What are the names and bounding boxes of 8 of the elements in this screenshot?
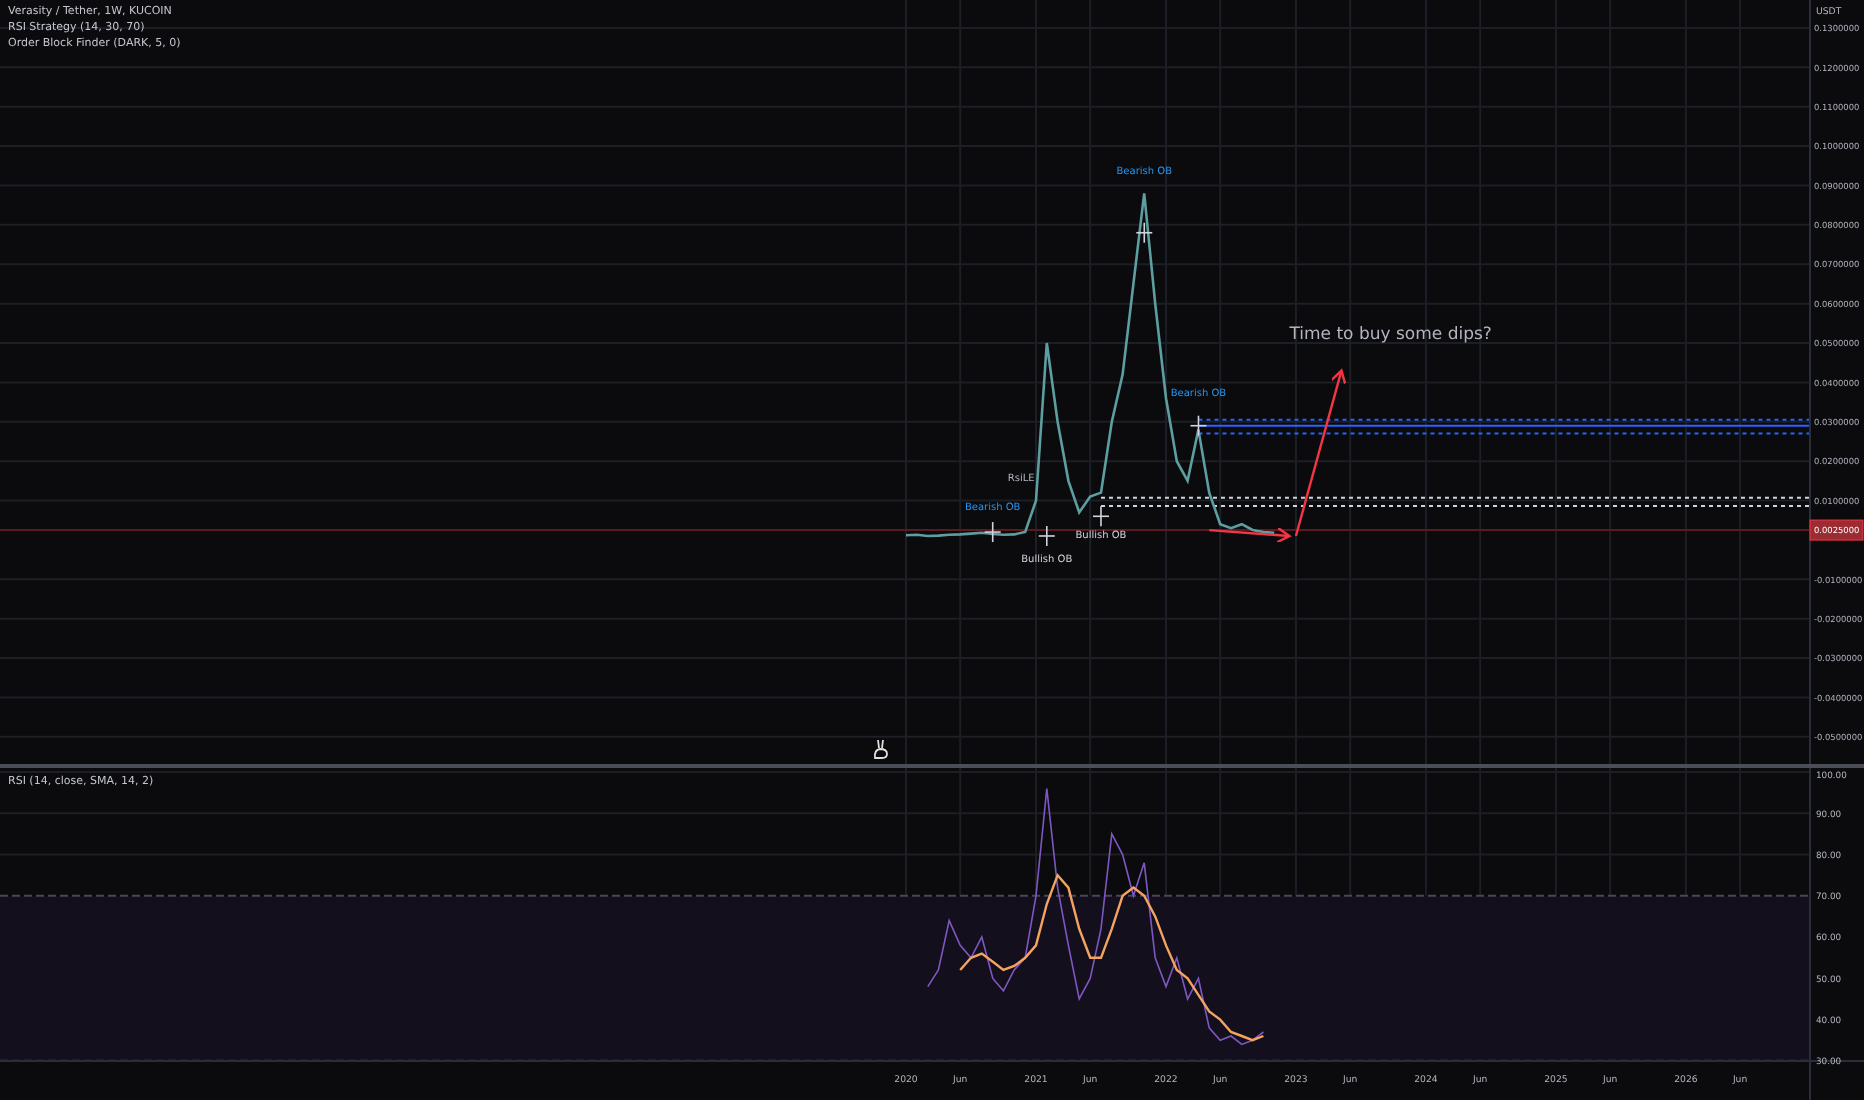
cross-marker-icon: [1038, 525, 1056, 547]
cross-marker-icon: [1092, 505, 1110, 528]
cross-marker-icon: [983, 521, 1002, 543]
cross-marker-icon: [1189, 414, 1208, 437]
arrow-drawing: [1209, 526, 1291, 544]
chart-note: Time to buy some dips?: [1289, 325, 1492, 346]
cross-marker-icon: [1135, 221, 1154, 244]
rabbit-icon[interactable]: [872, 738, 890, 760]
